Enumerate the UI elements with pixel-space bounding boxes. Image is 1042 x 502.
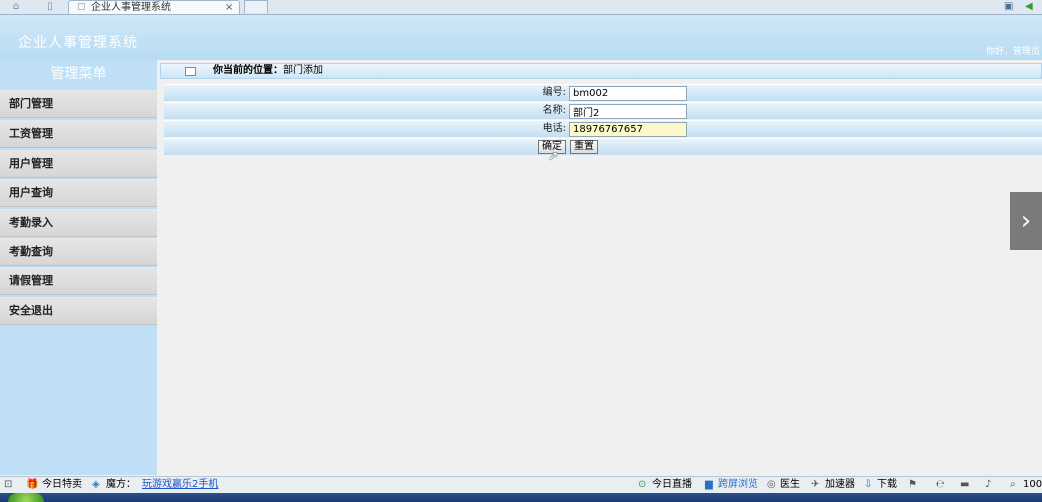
form-row-code: 编号: — [164, 84, 1042, 101]
browser-tab-title: 企业人事管理系统 — [91, 2, 171, 13]
phone-input[interactable] — [569, 122, 687, 137]
zoom-level[interactable]: 100 — [1023, 477, 1042, 492]
gift-icon: 🎁 — [26, 479, 39, 490]
os-taskbar — [0, 493, 1042, 502]
back-arrow-icon[interactable]: ◀ — [1025, 0, 1033, 13]
window-icon[interactable]: ▣ — [1004, 0, 1013, 13]
reset-button[interactable]: 重置 — [570, 140, 598, 154]
download-icon: ⇩ — [864, 479, 873, 490]
breadcrumb-text: 你当前的位置：部门添加 — [213, 64, 323, 78]
ie-icon[interactable]: ℮ — [936, 477, 945, 492]
rocket-icon: ✈ — [811, 479, 820, 490]
form-row-name: 名称: — [164, 102, 1042, 119]
start-button[interactable] — [8, 493, 44, 502]
department-form: 编号: 名称: 电话: 确定 重置 — [164, 84, 1042, 157]
app-title: 企业人事管理系统 — [18, 35, 138, 51]
sidebar-item-user-query[interactable]: 用户查询 — [0, 179, 157, 207]
mouse-cursor-icon: ➚ — [548, 149, 559, 164]
browser-tab-strip: ⌂ ▯ ▢ 企业人事管理系统 × ▣ ◀ — [0, 0, 1042, 15]
download-button[interactable]: 下载 — [877, 477, 897, 492]
sidebar-menu: 管理菜单 部门管理 工资管理 用户管理 用户查询 考勤录入 考勤查询 请假管理 … — [0, 60, 157, 475]
doctor-icon: ◎ — [767, 479, 776, 490]
screen-icon: ▆ — [705, 479, 713, 490]
breadcrumb-current: 部门添加 — [283, 65, 323, 76]
speaker-icon[interactable]: ♪ — [985, 477, 991, 492]
pin-icon[interactable]: ⚑ — [908, 477, 917, 492]
cube-icon: ◈ — [92, 479, 100, 490]
user-greeting: 你好，管理员 — [985, 47, 1040, 57]
sidebar-item-leave[interactable]: 请假管理 — [0, 267, 157, 295]
code-input[interactable] — [569, 86, 687, 101]
phone-label: 电话: — [542, 123, 566, 134]
home-icon[interactable]: ⌂ — [10, 1, 22, 12]
sidebar-toggle-icon[interactable]: ⊡ — [4, 477, 12, 492]
code-label: 编号: — [542, 87, 566, 98]
zoom-icon[interactable]: ⌕ — [1010, 477, 1016, 492]
sidebar-item-salary[interactable]: 工资管理 — [0, 120, 157, 148]
form-row-phone: 电话: — [164, 120, 1042, 137]
window-icon[interactable]: ▬ — [960, 477, 969, 492]
main-content: 你当前的位置：部门添加 编号: 名称: 电话: 确定 重置 — [160, 60, 1042, 475]
sidebar-item-logout[interactable]: 安全退出 — [0, 297, 157, 325]
live-button[interactable]: 今日直播 — [652, 477, 692, 492]
magic-promo-link[interactable]: 玩游戏赢乐2手机 — [142, 477, 218, 492]
name-input[interactable] — [569, 104, 687, 119]
today-special-link[interactable]: 今日特卖 — [42, 477, 82, 492]
next-slide-chevron-icon[interactable]: › — [1010, 192, 1042, 250]
sidebar-item-department[interactable]: 部门管理 — [0, 90, 157, 118]
split-view-button[interactable]: 跨屏浏览 — [718, 477, 758, 492]
close-tab-icon[interactable]: × — [225, 1, 233, 14]
sidebar-item-attendance-query[interactable]: 考勤查询 — [0, 238, 157, 266]
browser-tab[interactable]: ▢ 企业人事管理系统 × — [68, 0, 240, 14]
sidebar-title: 管理菜单 — [0, 60, 157, 88]
window-icon — [185, 67, 196, 76]
page-icon[interactable]: ▯ — [44, 1, 56, 12]
sidebar-item-user-manage[interactable]: 用户管理 — [0, 150, 157, 178]
breadcrumb-prefix: 你当前的位置： — [213, 65, 283, 76]
new-tab-button[interactable] — [244, 0, 268, 13]
form-row-actions: 确定 重置 — [164, 138, 1042, 155]
browser-status-bar: ⊡ 🎁 今日特卖 ◈ 魔方： 玩游戏赢乐2手机 ⊙ 今日直播 ▆ 跨屏浏览 ◎ … — [0, 476, 1042, 493]
doctor-button[interactable]: 医生 — [780, 477, 800, 492]
app-header: 企业人事管理系统 你好，管理员 — [0, 15, 1042, 60]
name-label: 名称: — [542, 105, 566, 116]
sidebar-item-attendance-entry[interactable]: 考勤录入 — [0, 209, 157, 237]
magic-label: 魔方： — [106, 479, 136, 490]
play-icon: ⊙ — [638, 479, 647, 490]
accelerator-button[interactable]: 加速器 — [825, 477, 855, 492]
document-icon: ▢ — [77, 2, 86, 12]
breadcrumb: 你当前的位置：部门添加 — [160, 63, 1042, 79]
